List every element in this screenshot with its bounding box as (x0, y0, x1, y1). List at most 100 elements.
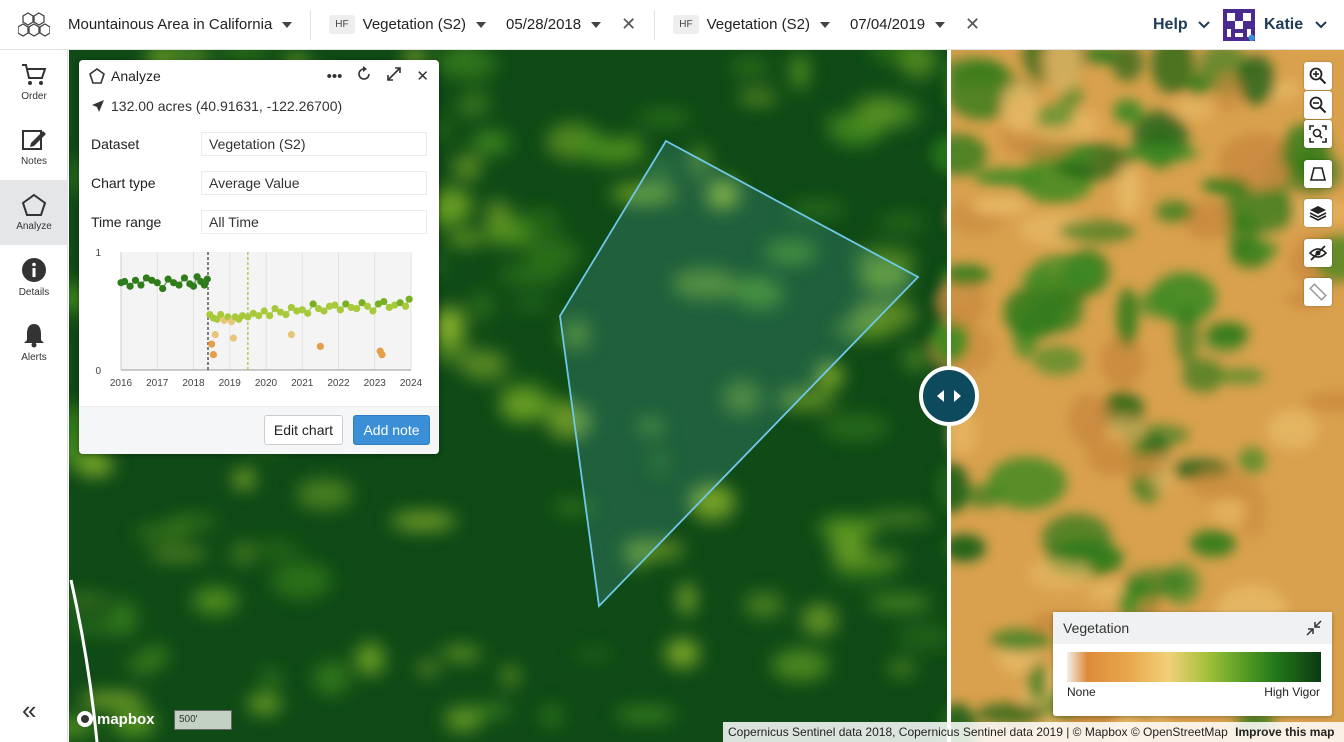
avatar (1223, 8, 1255, 41)
panel-footer: Edit chart Add note (79, 406, 439, 454)
left-date-label: 05/28/2018 (506, 16, 582, 33)
zoom-to-fit-button[interactable] (1304, 120, 1332, 148)
data-point (309, 300, 317, 308)
refresh-icon[interactable] (356, 66, 372, 86)
chart-svg: 2016 2017 2018 2019 2020 2021 2022 2023 2024 0 1 (95, 248, 422, 389)
help-menu[interactable]: Help (1153, 16, 1210, 34)
time-range-select[interactable]: All Time (201, 209, 427, 234)
data-point (260, 307, 268, 315)
chevron-down-icon (935, 21, 946, 28)
data-point (405, 295, 413, 303)
sidebar-item-label: Alerts (21, 352, 47, 363)
measure-button[interactable] (1304, 278, 1332, 306)
x-tick-label: 2022 (327, 378, 350, 389)
data-point (159, 284, 167, 293)
toggle-visibility-button[interactable] (1304, 239, 1332, 267)
edit-chart-button[interactable]: Edit chart (264, 415, 343, 445)
zoom-in-icon (1309, 67, 1327, 85)
close-right-layer-icon[interactable]: ✕ (965, 14, 980, 35)
right-date-dropdown[interactable]: 07/04/2019 (850, 16, 946, 33)
chart-type-select[interactable]: Average Value (201, 170, 427, 195)
data-point (208, 340, 216, 348)
x-tick-label: 2016 (110, 378, 133, 389)
attribution-text: Copernicus Sentinel data 2018, Copernicu… (728, 725, 1228, 739)
data-point (316, 342, 324, 350)
chevron-down-icon (1315, 20, 1327, 28)
collapse-icon[interactable] (1306, 620, 1322, 636)
data-point (180, 274, 189, 282)
mapbox-label: mapbox (97, 710, 155, 728)
trapezoid-icon (1309, 167, 1327, 181)
legend-header: Vegetation (1053, 612, 1332, 644)
top-bar: Mountainous Area in California HF Vegeta… (0, 0, 1344, 50)
scale-bar: 500' (174, 710, 232, 730)
help-label: Help (1153, 15, 1188, 33)
panel-header: Analyze ••• ✕ (79, 60, 439, 92)
sidebar-item-alerts[interactable]: Alerts (0, 310, 68, 375)
fit-extent-icon (1309, 125, 1327, 143)
chevron-down-icon (1197, 20, 1210, 28)
zoom-in-button[interactable] (1304, 62, 1332, 90)
legend-panel: Vegetation None High Vigor (1053, 612, 1332, 716)
time-range-row: Time range All Time (79, 202, 439, 241)
data-point (255, 312, 263, 320)
user-name: Katie (1264, 15, 1304, 33)
y-tick-label: 1 (95, 248, 101, 259)
sidebar-item-label: Details (18, 287, 50, 298)
layers-button[interactable] (1304, 199, 1332, 227)
left-layer-selector[interactable]: HF Vegetation (S2) (329, 15, 487, 34)
swipe-arrows-icon (937, 390, 961, 402)
collapse-sidebar-button[interactable]: « (22, 695, 36, 726)
vegetation-chart[interactable]: 2016 2017 2018 2019 2020 2021 2022 2023 2024 0 1 (79, 240, 439, 410)
sidebar-item-details[interactable]: Details (0, 245, 68, 310)
data-point (137, 281, 145, 289)
sidebar-item-notes[interactable]: Notes (0, 115, 68, 180)
more-options-icon[interactable]: ••• (327, 68, 343, 85)
zoom-out-icon (1309, 96, 1327, 114)
data-point (131, 276, 140, 284)
legend-gradient (1067, 652, 1321, 682)
data-point (126, 282, 134, 290)
chart-type-row: Chart type Average Value (79, 163, 439, 202)
area-text: 132.00 acres (40.91631, -122.26700) (111, 98, 343, 114)
pentagon-icon (89, 68, 105, 84)
legend-low-label: None (1067, 685, 1096, 699)
data-point (401, 302, 410, 310)
location-arrow-icon (92, 100, 104, 112)
data-point (153, 279, 161, 287)
swipe-handle[interactable] (919, 366, 979, 426)
legend-title: Vegetation (1063, 620, 1130, 636)
chevron-down-icon (476, 21, 487, 28)
data-point (175, 281, 183, 289)
zoom-out-button[interactable] (1304, 91, 1332, 119)
app-logo[interactable] (0, 0, 68, 50)
close-icon[interactable]: ✕ (416, 67, 429, 85)
location-dropdown[interactable]: Mountainous Area in California (68, 16, 293, 33)
edit-icon (22, 130, 46, 150)
area-readout: 132.00 acres (40.91631, -122.26700) (79, 92, 439, 124)
user-menu[interactable]: Katie (1223, 8, 1327, 41)
cart-icon (22, 64, 47, 85)
mapbox-icon (77, 711, 93, 727)
dataset-select[interactable]: Vegetation (S2) (201, 131, 427, 156)
hexagons-logo-icon (18, 11, 50, 37)
sidebar-item-label: Order (21, 91, 47, 102)
mapbox-logo[interactable]: mapbox (76, 710, 155, 728)
divider (310, 9, 312, 40)
add-note-button[interactable]: Add note (353, 415, 430, 445)
data-point (353, 305, 361, 313)
layers-icon (1309, 206, 1327, 221)
left-date-dropdown[interactable]: 05/28/2018 (506, 16, 602, 33)
close-left-layer-icon[interactable]: ✕ (621, 14, 636, 35)
x-tick-label: 2020 (255, 378, 278, 389)
right-layer-selector[interactable]: HF Vegetation (S2) (673, 15, 830, 34)
data-point (282, 310, 290, 319)
expand-icon[interactable] (386, 66, 402, 86)
sidebar-item-analyze[interactable]: Analyze (0, 180, 68, 245)
draw-shape-button[interactable] (1304, 160, 1332, 188)
chevron-down-icon (591, 21, 602, 28)
ruler-icon (1309, 283, 1327, 301)
chevron-down-icon (819, 21, 830, 28)
improve-map-link[interactable]: Improve this map (1235, 725, 1334, 739)
sidebar-item-order[interactable]: Order (0, 50, 68, 115)
